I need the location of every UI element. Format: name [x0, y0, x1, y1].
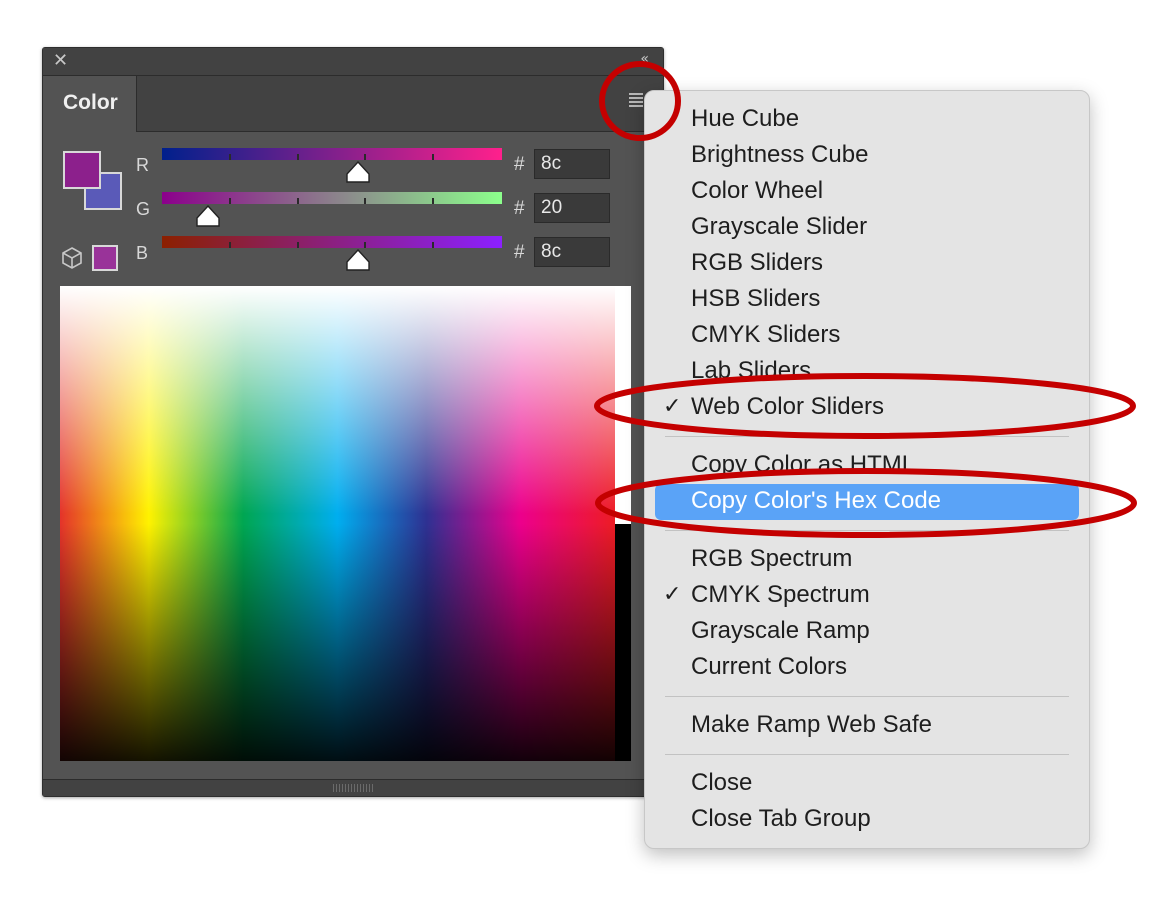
menu-item-hue-cube[interactable]: Hue Cube: [691, 102, 799, 136]
checkmark-icon: ✓: [663, 394, 682, 419]
menu-item-cmyk-sliders[interactable]: CMYK Sliders: [691, 318, 840, 352]
tab-color[interactable]: Color: [43, 76, 137, 132]
menu-item-cmyk-spectrum[interactable]: CMYK Spectrum: [691, 578, 870, 612]
menu-item-copy-colors-hex-code[interactable]: Copy Color's Hex Code: [691, 484, 941, 518]
resize-grip-icon[interactable]: [333, 784, 373, 792]
red-slider-thumb[interactable]: [345, 161, 371, 183]
red-channel-label: R: [136, 155, 149, 175]
menu-separator: [665, 696, 1069, 697]
panel-titlebar: ✕ «: [43, 48, 663, 76]
panel-flyout-menu: Hue Cube Brightness Cube Color Wheel Gra…: [644, 90, 1090, 849]
menu-separator: [665, 436, 1069, 437]
hamburger-menu-icon[interactable]: [629, 93, 643, 107]
web-safe-color-swatch[interactable]: [92, 245, 118, 271]
menu-item-rgb-sliders[interactable]: RGB Sliders: [691, 246, 823, 280]
green-channel-label: G: [136, 199, 151, 219]
menu-item-copy-color-as-html[interactable]: Copy Color as HTML: [691, 448, 915, 482]
menu-item-grayscale-ramp[interactable]: Grayscale Ramp: [691, 614, 870, 648]
menu-item-close[interactable]: Close: [691, 766, 752, 800]
blue-slider-ticks: [162, 242, 502, 248]
menu-item-hsb-sliders[interactable]: HSB Sliders: [691, 282, 820, 316]
green-slider-thumb[interactable]: [195, 205, 221, 227]
green-hash-label: #: [514, 198, 525, 219]
blue-hex-input[interactable]: 8c: [534, 237, 610, 267]
color-panel: ✕ « Color R # 8c G # 20 B # 8c: [42, 47, 664, 797]
cmyk-spectrum-ramp[interactable]: [60, 286, 615, 761]
close-icon[interactable]: ✕: [53, 52, 68, 70]
menu-item-close-tab-group[interactable]: Close Tab Group: [691, 802, 871, 836]
collapse-icon[interactable]: «: [640, 51, 649, 67]
panel-bottom-bar: [43, 779, 663, 796]
menu-item-rgb-spectrum[interactable]: RGB Spectrum: [691, 542, 852, 576]
red-hex-input[interactable]: 8c: [534, 149, 610, 179]
menu-item-web-color-sliders[interactable]: Web Color Sliders: [691, 390, 884, 424]
menu-separator: [665, 530, 1069, 531]
foreground-color-swatch[interactable]: [63, 151, 101, 189]
spectrum-white-swatch[interactable]: [615, 286, 631, 524]
checkmark-icon: ✓: [663, 582, 682, 607]
tab-bar: Color: [43, 76, 663, 132]
menu-item-make-ramp-web-safe[interactable]: Make Ramp Web Safe: [691, 708, 932, 742]
web-safe-cube-icon[interactable]: [61, 246, 83, 270]
blue-channel-label: B: [136, 243, 149, 263]
red-hash-label: #: [514, 154, 525, 175]
menu-item-brightness-cube[interactable]: Brightness Cube: [691, 138, 868, 172]
menu-item-grayscale-slider[interactable]: Grayscale Slider: [691, 210, 867, 244]
menu-item-lab-sliders[interactable]: Lab Sliders: [691, 354, 811, 388]
red-slider-ticks: [162, 154, 502, 160]
menu-item-current-colors[interactable]: Current Colors: [691, 650, 847, 684]
spectrum-black-swatch[interactable]: [615, 524, 631, 761]
green-slider-ticks: [162, 198, 502, 204]
menu-separator: [665, 754, 1069, 755]
blue-slider-thumb[interactable]: [345, 249, 371, 271]
menu-item-color-wheel[interactable]: Color Wheel: [691, 174, 823, 208]
blue-hash-label: #: [514, 242, 525, 263]
green-hex-input[interactable]: 20: [534, 193, 610, 223]
